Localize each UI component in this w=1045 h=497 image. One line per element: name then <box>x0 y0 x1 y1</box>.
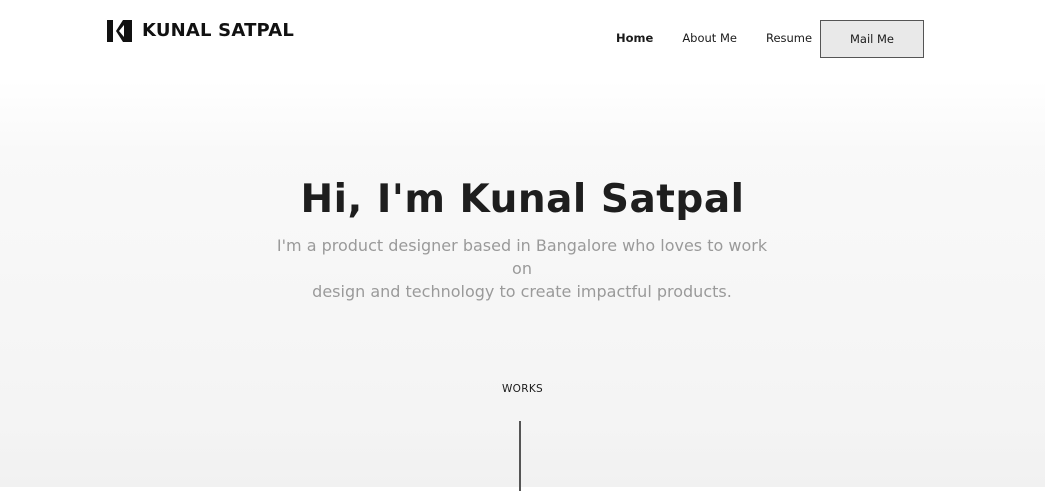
nav-about-link[interactable]: About Me <box>682 31 737 45</box>
site-header: KUNAL SATPAL Home About Me Resume Mail M… <box>0 0 1045 75</box>
nav-home-link[interactable]: Home <box>616 31 653 45</box>
site-logo[interactable]: KUNAL SATPAL <box>107 20 294 42</box>
k-monogram-icon <box>107 20 132 42</box>
hero-subtitle: I'm a product designer based in Bangalor… <box>272 234 772 303</box>
hero-subtitle-line-2: design and technology to create impactfu… <box>312 282 732 301</box>
hero-title: Hi, I'm Kunal Satpal <box>300 177 745 222</box>
main-nav: Home About Me Resume <box>600 20 812 56</box>
page: KUNAL SATPAL Home About Me Resume Mail M… <box>0 0 1045 497</box>
scroll-line-indicator <box>519 421 521 491</box>
logo-text: KUNAL SATPAL <box>142 20 295 41</box>
works-label: WORKS <box>502 383 543 395</box>
nav-resume-link[interactable]: Resume <box>766 31 812 45</box>
mail-me-button[interactable]: Mail Me <box>820 20 924 58</box>
hero-subtitle-line-1: I'm a product designer based in Bangalor… <box>276 236 768 278</box>
